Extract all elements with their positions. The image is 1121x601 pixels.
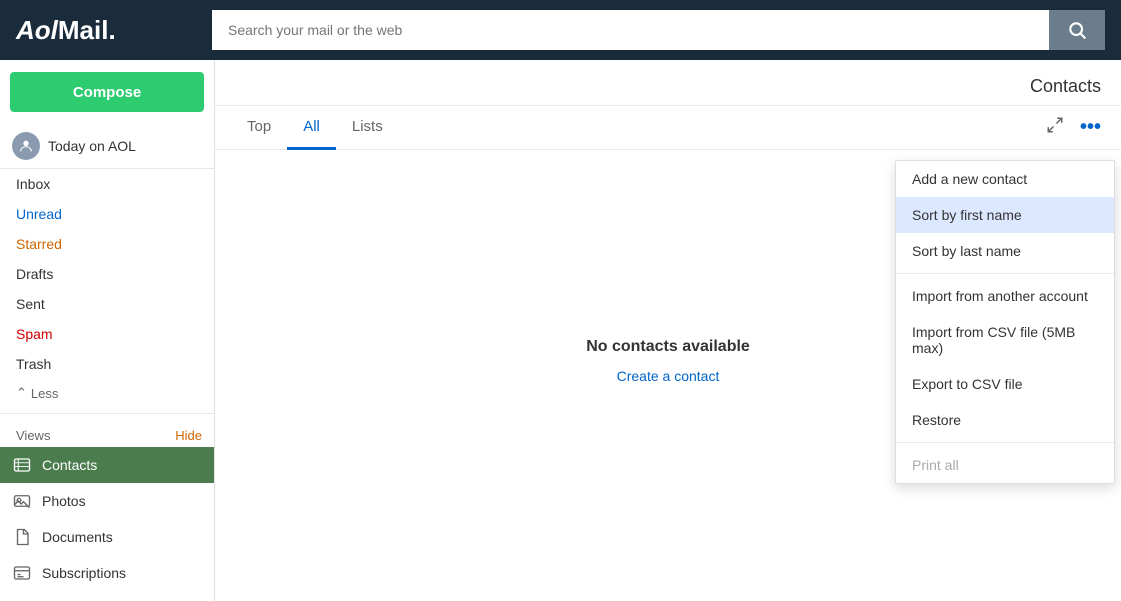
dropdown-print-all: Print all bbox=[896, 447, 1114, 483]
nav-item-inbox[interactable]: Inbox bbox=[0, 169, 214, 199]
tabs-row: Top All Lists ••• bbox=[215, 106, 1121, 150]
main-content: Contacts Top All Lists ••• No contacts a… bbox=[215, 60, 1121, 601]
tab-all[interactable]: All bbox=[287, 106, 336, 150]
nav-item-trash[interactable]: Trash bbox=[0, 349, 214, 379]
create-contact-link[interactable]: Create a contact bbox=[617, 368, 720, 384]
logo-text: Aol Mail. bbox=[16, 15, 196, 46]
app-header: Aol Mail. bbox=[0, 0, 1121, 60]
view-item-subscriptions[interactable]: Subscriptions bbox=[0, 555, 214, 591]
view-item-contacts[interactable]: Contacts bbox=[0, 447, 214, 483]
less-label: Less bbox=[31, 386, 58, 401]
chevron-up-icon: ⌃ bbox=[16, 385, 27, 401]
dropdown-restore[interactable]: Restore bbox=[896, 402, 1114, 438]
expand-button[interactable] bbox=[1042, 112, 1068, 143]
search-button[interactable] bbox=[1049, 10, 1105, 50]
search-input[interactable] bbox=[212, 10, 1049, 50]
view-item-photos-label: Photos bbox=[42, 493, 86, 509]
compose-button[interactable]: Compose bbox=[10, 72, 204, 112]
dropdown-sort-first-name[interactable]: Sort by first name bbox=[896, 197, 1114, 233]
contacts-header: Contacts bbox=[215, 60, 1121, 106]
sidebar: Compose Today on AOL Inbox Unread Starre… bbox=[0, 60, 215, 601]
dropdown-add-new-contact[interactable]: Add a new contact bbox=[896, 161, 1114, 197]
views-label: Views bbox=[16, 428, 50, 443]
view-item-documents[interactable]: Documents bbox=[0, 519, 214, 555]
subscriptions-icon bbox=[12, 563, 32, 583]
more-options-button[interactable]: ••• bbox=[1076, 112, 1105, 143]
today-aol[interactable]: Today on AOL bbox=[0, 124, 214, 169]
dropdown-sort-last-name[interactable]: Sort by last name bbox=[896, 233, 1114, 269]
logo: Aol Mail. bbox=[16, 15, 196, 46]
dropdown-import-csv[interactable]: Import from CSV file (5MB max) bbox=[896, 314, 1114, 366]
contacts-panel: Contacts Top All Lists ••• No contacts a… bbox=[215, 60, 1121, 601]
dropdown-divider-1 bbox=[896, 273, 1114, 274]
view-item-travel[interactable]: Travel bbox=[0, 591, 214, 601]
nav-item-starred[interactable]: Starred bbox=[0, 229, 214, 259]
dropdown-divider-2 bbox=[896, 442, 1114, 443]
views-header: Views Hide bbox=[0, 420, 214, 447]
nav-item-spam[interactable]: Spam bbox=[0, 319, 214, 349]
search-icon bbox=[1067, 20, 1087, 40]
tab-top[interactable]: Top bbox=[231, 106, 287, 150]
main-layout: Compose Today on AOL Inbox Unread Starre… bbox=[0, 60, 1121, 601]
photos-icon bbox=[12, 491, 32, 511]
contacts-icon bbox=[12, 455, 32, 475]
today-aol-text: Today on AOL bbox=[48, 138, 136, 154]
logo-aol: Aol bbox=[16, 15, 58, 46]
tab-actions: ••• bbox=[1042, 112, 1105, 143]
today-aol-avatar bbox=[12, 132, 40, 160]
nav-item-sent[interactable]: Sent bbox=[0, 289, 214, 319]
contacts-title: Contacts bbox=[1030, 76, 1101, 97]
hide-button[interactable]: Hide bbox=[175, 428, 202, 443]
tab-lists[interactable]: Lists bbox=[336, 106, 399, 150]
view-item-contacts-label: Contacts bbox=[42, 457, 97, 473]
dropdown-import-another[interactable]: Import from another account bbox=[896, 278, 1114, 314]
dropdown-menu: Add a new contact Sort by first name Sor… bbox=[895, 160, 1115, 484]
dropdown-export-csv[interactable]: Export to CSV file bbox=[896, 366, 1114, 402]
nav-item-unread[interactable]: Unread bbox=[0, 199, 214, 229]
nav-item-drafts[interactable]: Drafts bbox=[0, 259, 214, 289]
view-item-subscriptions-label: Subscriptions bbox=[42, 565, 126, 581]
sidebar-divider bbox=[0, 413, 214, 414]
documents-icon bbox=[12, 527, 32, 547]
search-bar bbox=[212, 10, 1105, 50]
view-item-documents-label: Documents bbox=[42, 529, 113, 545]
less-button[interactable]: ⌃ Less bbox=[0, 379, 214, 407]
no-contacts-text: No contacts available bbox=[586, 338, 750, 356]
view-item-photos[interactable]: Photos bbox=[0, 483, 214, 519]
logo-mail: Mail. bbox=[58, 15, 116, 46]
